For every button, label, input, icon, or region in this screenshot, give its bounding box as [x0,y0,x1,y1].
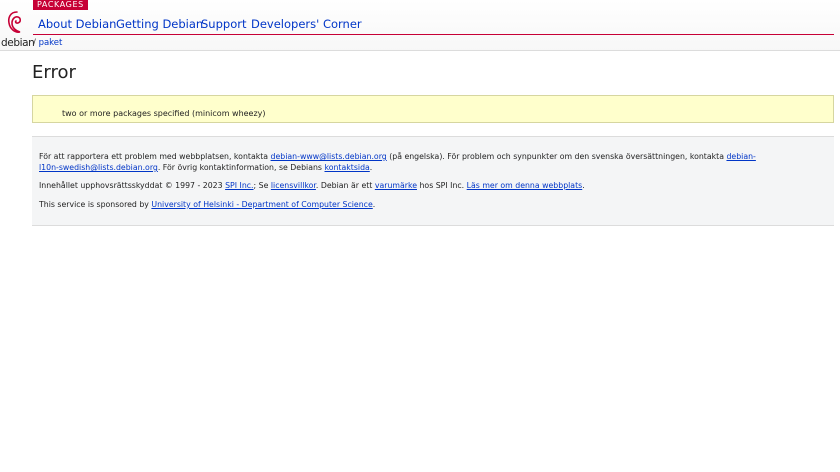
debian-logo-link[interactable]: debian [0,6,35,50]
breadcrumb: / paket [33,36,62,50]
footer-text: . [369,163,373,172]
breadcrumb-item-paket[interactable]: paket [39,38,63,48]
site-header: debian PACKAGES About Debian Getting Deb… [0,0,840,51]
page-footer: För att rapportera ett problem med webbp… [32,136,834,226]
about-site-link[interactable]: Läs mer om denna webbplats [467,181,583,190]
license-link[interactable]: licensvillkor [271,181,316,190]
footer-text: För att rapportera ett problem med webbp… [39,152,271,161]
footer-contact-paragraph: För att rapportera ett problem med webbp… [39,151,759,173]
page-title: Error [32,62,76,83]
footer-text: . [582,181,585,190]
logo-text: debian [1,37,35,49]
error-message-text: two or more packages specified (minicom … [62,109,266,118]
nav-developers-corner[interactable]: Developers' Corner [251,17,362,31]
footer-sponsor-paragraph: This service is sponsored by University … [39,199,759,210]
nav-support[interactable]: Support [201,17,246,31]
email-link-debian-www[interactable]: debian-www@lists.debian.org [271,152,387,161]
footer-text: . Debian är ett [315,181,375,190]
main-navigation: About Debian Getting Debian Support Deve… [33,9,834,35]
sponsor-link[interactable]: University of Helsinki - Department of C… [151,200,372,209]
spi-link[interactable]: SPI Inc. [225,181,253,190]
footer-text: hos SPI Inc. [417,181,467,190]
footer-text: . För övrig kontaktinformation, se Debia… [157,163,325,172]
header-divider [0,50,840,51]
nav-about-debian[interactable]: About Debian [38,17,116,31]
breadcrumb-separator: / [33,38,36,48]
nav-getting-debian[interactable]: Getting Debian [116,17,203,31]
error-message-box: two or more packages specified (minicom … [32,95,834,123]
footer-text: Innehållet upphovsrättsskyddat © 1997 - … [39,181,226,190]
footer-text: . [372,200,376,209]
footer-text: (på engelska). För problem och synpunkte… [386,152,727,161]
contact-page-link[interactable]: kontaktsida [324,163,369,172]
footer-text: This service is sponsored by [39,200,152,209]
footer-copyright-paragraph: Innehållet upphovsrättsskyddat © 1997 - … [39,180,759,191]
footer-text: ; Se [253,181,271,190]
trademark-link[interactable]: varumärke [375,181,417,190]
debian-swirl-icon [7,11,22,33]
